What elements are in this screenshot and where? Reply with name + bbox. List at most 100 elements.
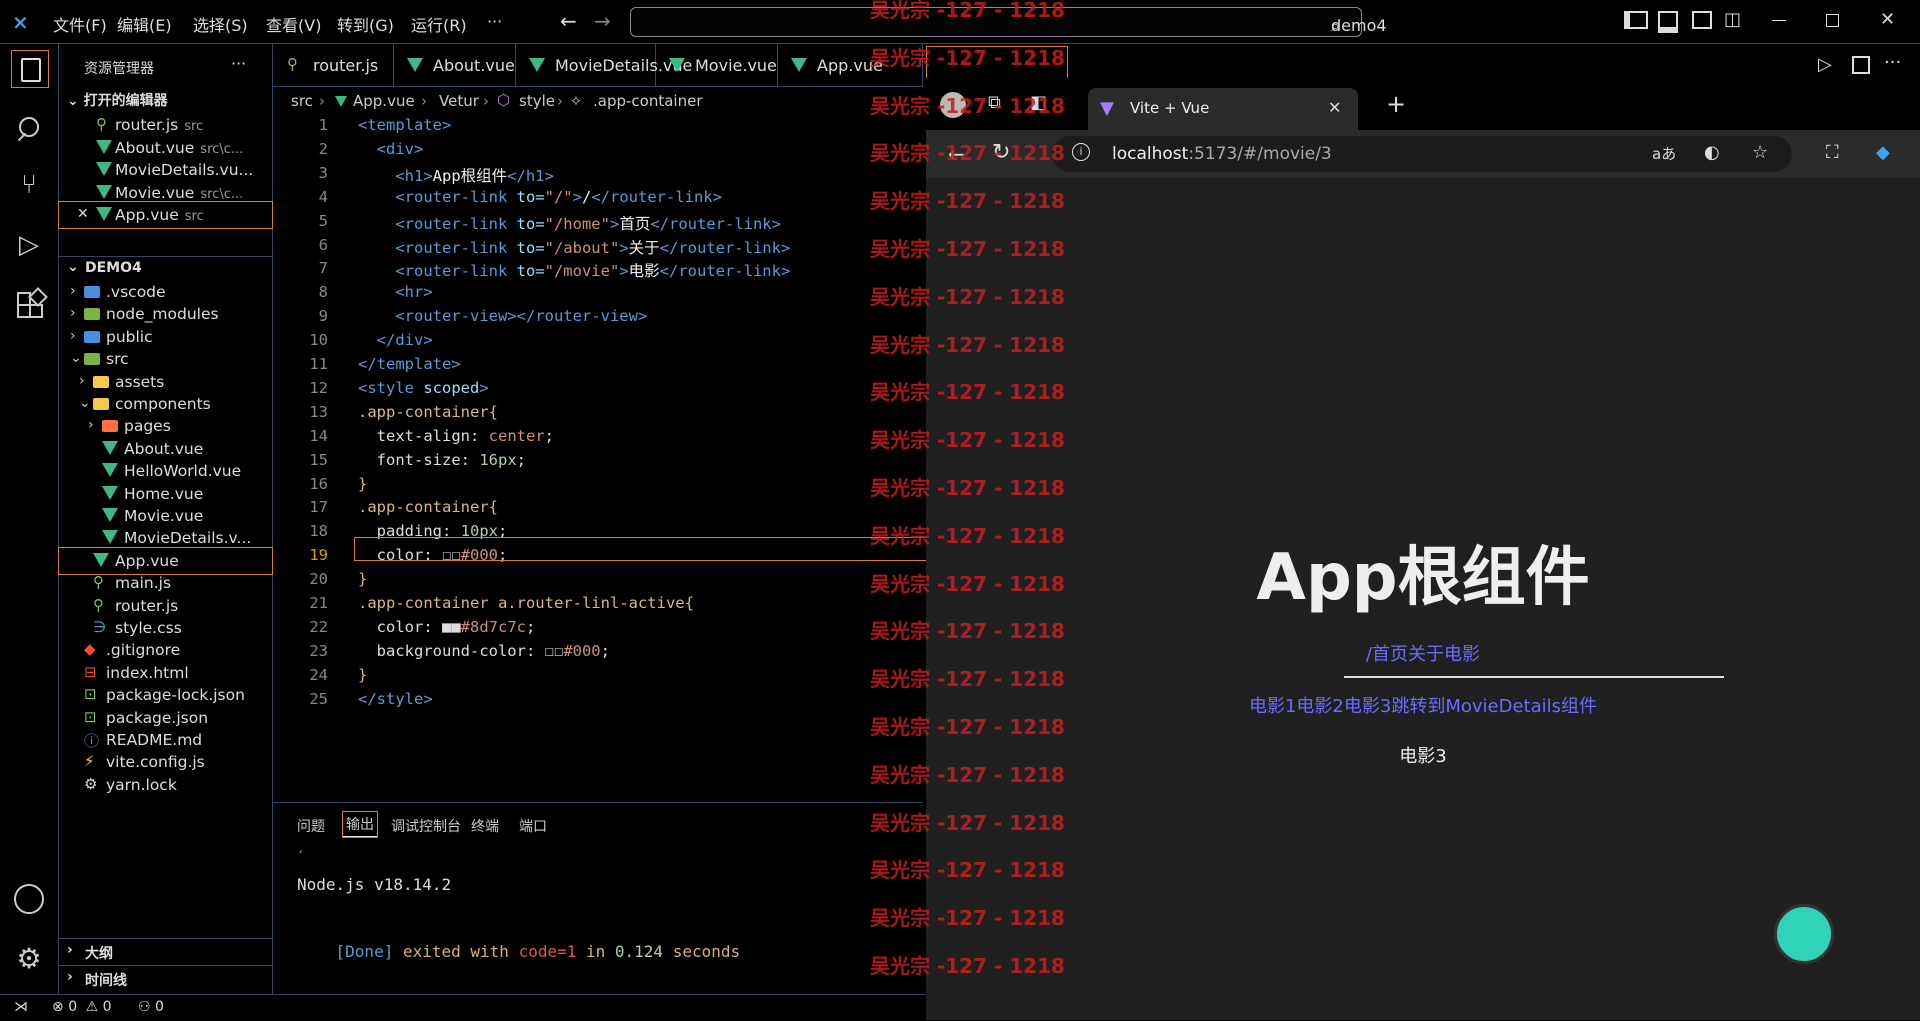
code-line[interactable]: color: ■■#8d7c7c; <box>358 618 536 636</box>
nav-links[interactable]: /首页关于电影 <box>926 640 1920 666</box>
code-line[interactable]: </div> <box>358 331 433 349</box>
forward-arrow-icon[interactable]: → <box>594 9 611 33</box>
code-line[interactable]: } <box>358 475 367 493</box>
minimize-icon[interactable] <box>1772 20 1786 21</box>
code-line[interactable]: <template> <box>358 116 451 134</box>
customize-layout-icon[interactable]: ◫ <box>1724 9 1741 30</box>
read-aloud-icon[interactable]: aあ <box>1652 143 1676 164</box>
code-line[interactable]: </template> <box>358 355 461 373</box>
code-line[interactable]: } <box>358 666 367 684</box>
restore-icon[interactable] <box>1826 14 1839 27</box>
panel-tab[interactable]: 问题 <box>297 816 325 836</box>
panel-tab[interactable]: 输出 <box>342 811 378 838</box>
timeline-section[interactable]: › 时间线 <box>59 965 272 990</box>
open-editor-item[interactable]: ✕ App.vue src <box>58 201 273 229</box>
vite-logo-icon: ▼ <box>1100 98 1114 119</box>
source-control-icon[interactable]: ⑂ <box>11 170 47 206</box>
code-line[interactable]: color: ☐☐#000; <box>358 546 508 564</box>
line-number: 19 <box>309 546 328 565</box>
code-line[interactable]: .app-container{ <box>358 498 498 516</box>
outline-section[interactable]: › 大纲 <box>59 938 272 963</box>
code-editor[interactable]: 1 <template> 2 <div> 3 <h1>App根组件</h1> 4 <ro… <box>273 114 923 804</box>
code-line[interactable]: </style> <box>358 690 433 708</box>
code-line[interactable]: <router-link to="/">/</router-link> <box>358 188 722 206</box>
code-token: "/" <box>544 187 573 206</box>
code-line[interactable]: <hr> <box>358 283 432 301</box>
more-actions-icon[interactable]: ··· <box>231 54 246 73</box>
open-editors-header[interactable]: ⌄ 打开的编辑器 <box>67 90 168 110</box>
more-actions-icon[interactable]: ··· <box>1884 52 1901 73</box>
breadcrumb-vetur[interactable]: Vetur <box>439 92 479 110</box>
site-info-icon[interactable]: i <box>1072 143 1090 161</box>
menu-item[interactable]: 运行(R) <box>411 12 467 36</box>
panel-tab[interactable]: 端口 <box>519 816 547 836</box>
remote-icon[interactable]: ⋊ <box>14 999 28 1015</box>
back-arrow-icon[interactable]: ← <box>560 9 577 33</box>
code-line[interactable]: <router-link to="/home">首页</router-link> <box>358 212 781 234</box>
menu-item[interactable]: 查看(V) <box>266 12 321 36</box>
edge-icon[interactable]: ◐ <box>1704 142 1720 163</box>
vue-file-icon <box>335 96 347 107</box>
explorer-icon[interactable] <box>11 50 49 88</box>
settings-gear-icon[interactable]: ⚙ <box>11 942 47 978</box>
code-token: </style> <box>358 689 433 708</box>
menu-item[interactable]: ··· <box>487 12 502 31</box>
code-line[interactable]: <router-link to="/movie">电影</router-link… <box>358 259 790 281</box>
breadcrumb-style[interactable]: style <box>519 92 555 110</box>
breadcrumb-src[interactable]: src <box>291 92 313 110</box>
close-window-icon[interactable]: ✕ <box>1880 9 1895 30</box>
editor-tab[interactable]: MovieDetails.vue <box>515 44 692 86</box>
code-line[interactable]: background-color: ☐☐#000; <box>358 642 610 660</box>
timeline-label: 时间线 <box>85 973 127 989</box>
code-token: </router-link> <box>650 214 781 233</box>
floating-mascot-icon[interactable] <box>1774 904 1834 964</box>
menu-item[interactable]: 转到(G) <box>337 12 394 36</box>
code-line[interactable]: .app-container a.router-linl-active{ <box>358 594 694 612</box>
copilot-icon[interactable]: ◆ <box>1876 142 1890 163</box>
close-tab-icon[interactable]: ✕ <box>1328 98 1341 117</box>
code-line[interactable]: font-size: 16px; <box>358 451 526 469</box>
project-header[interactable]: ⌄ DEMO4 <box>59 256 272 279</box>
breadcrumb-file[interactable]: App.vue <box>353 92 415 110</box>
code-line[interactable]: <div> <box>358 140 424 158</box>
toggle-panel-icon[interactable] <box>1658 11 1678 33</box>
panel-tab[interactable]: 调试控制台 <box>391 816 461 836</box>
code-line[interactable]: <router-link to="/about">关于</router-link… <box>358 236 790 258</box>
code-line[interactable]: <style scoped> <box>358 379 489 397</box>
activity-bar: ⑂ ▷ ⚙ <box>0 44 59 994</box>
code-line[interactable]: padding: 10px; <box>358 522 508 540</box>
run-icon[interactable]: ▷ <box>1818 54 1832 75</box>
movie-links[interactable]: 电影1电影2电影3跳转到MovieDetails组件 <box>926 692 1920 718</box>
panel-tab[interactable]: 终端 <box>471 816 499 836</box>
menu-item[interactable]: 文件(F) <box>53 12 107 36</box>
split-editor-icon[interactable] <box>1852 56 1870 74</box>
close-icon[interactable]: ✕ <box>77 206 89 222</box>
editor-tab[interactable]: ⚲ router.js <box>273 44 394 86</box>
browser-tab-active[interactable]: ▼ Vite + Vue ✕ <box>1088 88 1358 130</box>
new-tab-icon[interactable]: + <box>1386 90 1406 118</box>
run-debug-icon[interactable]: ▷ <box>11 230 47 266</box>
code-line[interactable]: <router-view></router-view> <box>358 307 647 325</box>
editor-tab[interactable]: Movie.vue <box>655 44 778 86</box>
code-line[interactable]: } <box>358 570 367 588</box>
tree-item[interactable]: ⚙ yarn.lock <box>59 772 272 798</box>
address-bar[interactable]: i localhost:5173/#/movie/3 aあ ◐ ☆ <box>1052 136 1792 172</box>
code-line[interactable]: <h1>App根组件</h1> <box>358 164 554 186</box>
toggle-secondary-sidebar-icon[interactable] <box>1692 11 1712 29</box>
search-icon[interactable] <box>11 112 47 148</box>
account-icon[interactable] <box>11 881 47 917</box>
editor-tab[interactable]: About.vue <box>393 44 516 86</box>
breadcrumb-selector[interactable]: .app-container <box>593 92 703 110</box>
ports-indicator[interactable]: ⚇ 0 <box>138 999 164 1015</box>
code-line[interactable]: text-align: center; <box>358 427 554 445</box>
extensions-icon[interactable] <box>11 287 48 326</box>
extension-icon[interactable]: ⛶ <box>1826 142 1839 163</box>
toggle-sidebar-icon[interactable] <box>1624 11 1648 29</box>
menu-item[interactable]: 编辑(E) <box>117 12 172 36</box>
watermark-text: 吴光宗 -127 - 1218 <box>870 476 1065 500</box>
js-file-icon: ⚲ <box>93 573 104 592</box>
code-line[interactable]: .app-container{ <box>358 403 498 421</box>
favorite-star-icon[interactable]: ☆ <box>1752 142 1768 163</box>
menu-item[interactable]: 选择(S) <box>193 12 248 36</box>
problems-indicator[interactable]: ⊗ 0 ⚠ 0 <box>52 999 112 1015</box>
